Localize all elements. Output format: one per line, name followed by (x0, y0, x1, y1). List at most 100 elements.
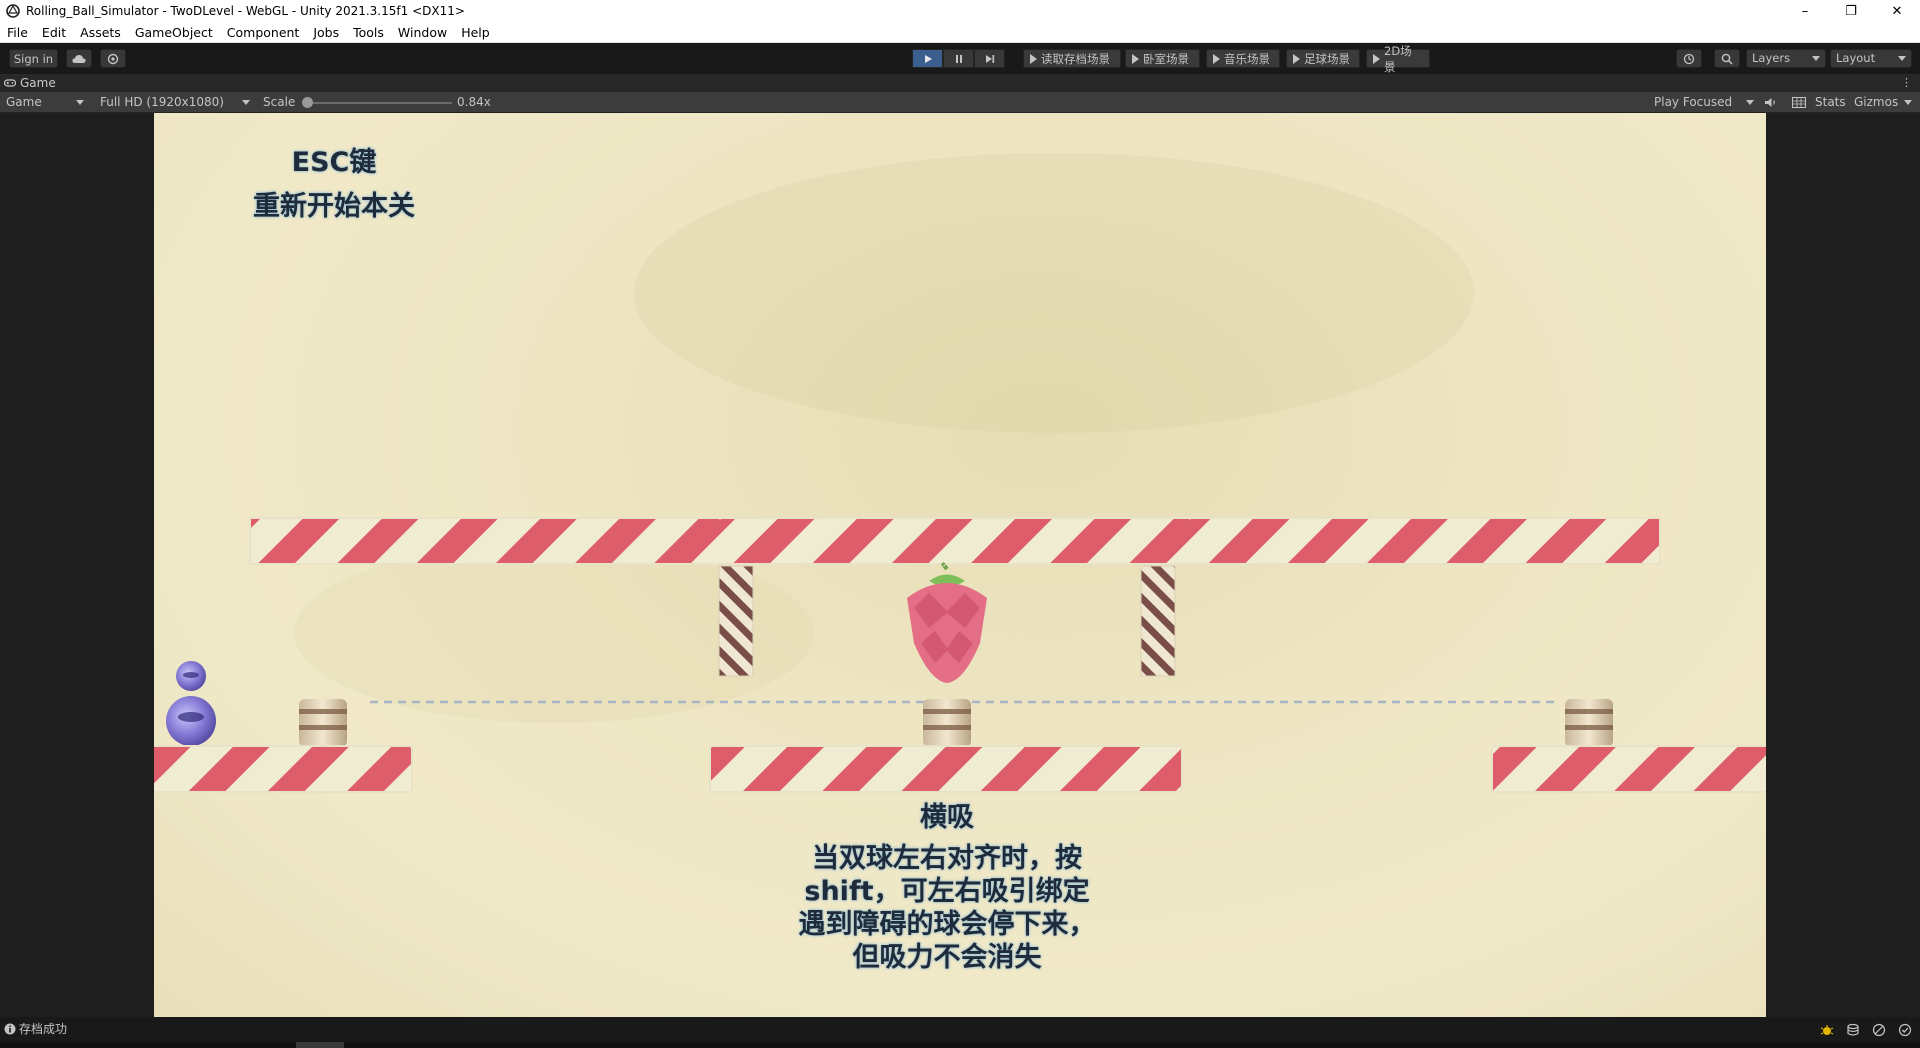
sign-in-button[interactable]: Sign in (9, 49, 58, 68)
pause-icon (955, 54, 962, 63)
tab-game-label: Game (20, 76, 56, 90)
restart-hint-subtitle: 重新开始本关 (253, 191, 415, 222)
collab-button[interactable] (100, 49, 126, 68)
scene-button-soccer[interactable]: 足球场景 (1286, 49, 1360, 68)
layout-dropdown[interactable]: Layout (1830, 49, 1912, 68)
scale-label: Scale (263, 95, 296, 109)
chevron-down-icon (1898, 56, 1906, 61)
scene-button-music[interactable]: 音乐场景 (1206, 49, 1280, 68)
info-icon (4, 1023, 16, 1035)
layout-label: Layout (1836, 51, 1876, 65)
barrel (1565, 699, 1613, 747)
scale-slider-track[interactable] (307, 102, 452, 104)
pause-button[interactable] (943, 49, 974, 68)
game-view[interactable]: ESC键 重新开始本关 横吸 当双球左右对齐时，按 shift，可左右吸引绑定 … (154, 113, 1766, 1017)
restart-hint: ESC键 重新开始本关 (204, 141, 464, 229)
mechanic-line: 当双球左右对齐时，按 (812, 843, 1082, 874)
layers-label: Layers (1752, 51, 1791, 65)
support-pole-right (1140, 565, 1176, 677)
grid-icon[interactable] (1792, 97, 1806, 108)
cloud-button[interactable] (66, 49, 92, 68)
menu-component[interactable]: Component (220, 22, 307, 43)
step-icon (985, 54, 994, 63)
menu-help[interactable]: Help (454, 22, 497, 43)
unity-icon (6, 4, 20, 18)
scene-button-label: 2D场景 (1384, 43, 1412, 74)
history-button[interactable] (1676, 49, 1702, 68)
stats-button[interactable]: Stats (1815, 92, 1846, 113)
status-message: 存档成功 (19, 1022, 68, 1036)
barrel (299, 699, 347, 747)
menu-jobs[interactable]: Jobs (306, 22, 346, 43)
play-mode-dropdown[interactable]: Play Focused (1650, 94, 1758, 111)
scene-button-label: 读取存档场景 (1041, 51, 1110, 66)
play-button[interactable] (912, 49, 943, 68)
scene-button-load-save[interactable]: 读取存档场景 (1023, 49, 1121, 68)
no-cache-icon[interactable] (1872, 1023, 1886, 1037)
restore-button[interactable]: ❐ (1828, 0, 1874, 22)
step-button[interactable] (974, 49, 1005, 68)
main-toolbar: Sign in 读取存档场景 卧室场景 音乐场景 足球场景 2D场景 Layer… (0, 43, 1920, 74)
scene-button-2d[interactable]: 2D场景 (1366, 44, 1430, 74)
play-controls (912, 49, 1005, 68)
menu-edit[interactable]: Edit (35, 22, 73, 43)
chevron-down-icon (242, 100, 250, 105)
status-bar: 存档成功 (0, 1017, 1920, 1042)
bug-icon[interactable] (1820, 1023, 1834, 1037)
minimize-button[interactable]: – (1782, 0, 1828, 22)
scrollbar-thumb[interactable] (296, 1042, 344, 1048)
history-icon (1683, 53, 1695, 64)
close-button[interactable]: ✕ (1874, 0, 1920, 22)
lower-platform-right (1491, 745, 1766, 793)
chevron-down-icon (76, 100, 84, 105)
window-title: Rolling_Ball_Simulator - TwoDLevel - Web… (26, 4, 465, 18)
lower-platform-middle (709, 745, 1183, 793)
display-label: Game (6, 95, 42, 109)
background-stain (634, 153, 1474, 433)
barrel (923, 699, 971, 747)
settings-icon (107, 53, 119, 64)
player-ball-large (166, 696, 216, 746)
restart-hint-title: ESC键 (291, 147, 377, 178)
search-button[interactable] (1714, 49, 1740, 68)
menu-window[interactable]: Window (391, 22, 454, 43)
play-icon (1213, 53, 1220, 64)
chevron-down-icon (1904, 100, 1912, 105)
scale-slider-handle[interactable] (302, 97, 313, 108)
mechanic-title: 横吸 (920, 802, 974, 833)
scene-button-bedroom[interactable]: 卧室场景 (1125, 49, 1200, 68)
resolution-dropdown[interactable]: Full HD (1920x1080) (96, 94, 254, 111)
more-options-icon[interactable]: ⋮ (1901, 76, 1912, 89)
layers-dropdown[interactable]: Layers (1746, 49, 1826, 68)
upper-platform (249, 517, 1661, 565)
resolution-label: Full HD (1920x1080) (100, 95, 224, 109)
mechanic-line: 但吸力不会消失 (852, 942, 1042, 973)
gamepad-icon (4, 79, 16, 87)
menu-assets[interactable]: Assets (73, 22, 128, 43)
scale-value: 0.84x (457, 95, 491, 109)
search-icon (1721, 53, 1733, 65)
mechanic-hint: 横吸 当双球左右对齐时，按 shift，可左右吸引绑定 遇到障碍的球会停下来， … (747, 801, 1147, 974)
title-bar: Rolling_Ball_Simulator - TwoDLevel - Web… (0, 0, 1920, 22)
play-icon (1293, 53, 1300, 64)
menu-bar: File Edit Assets GameObject Component Jo… (0, 22, 1920, 43)
check-circle-icon[interactable] (1898, 1023, 1912, 1037)
play-icon (1132, 53, 1139, 64)
mechanic-line: 遇到障碍的球会停下来， (798, 909, 1096, 940)
mechanic-line: shift，可左右吸引绑定 (804, 876, 1090, 907)
horizontal-scrollbar[interactable] (0, 1042, 1920, 1048)
tab-strip: Game ⋮ (0, 74, 1920, 92)
play-icon (1373, 53, 1380, 64)
tab-game[interactable]: Game (4, 74, 56, 92)
play-icon (1030, 53, 1037, 64)
display-dropdown[interactable]: Game (2, 94, 88, 111)
play-mode-label: Play Focused (1654, 95, 1733, 109)
menu-tools[interactable]: Tools (346, 22, 391, 43)
game-view-controls: Game Full HD (1920x1080) Scale 0.84x Pla… (0, 92, 1920, 113)
gizmos-dropdown[interactable]: Gizmos (1850, 94, 1916, 111)
menu-file[interactable]: File (0, 22, 35, 43)
database-icon[interactable] (1846, 1023, 1860, 1037)
menu-gameobject[interactable]: GameObject (128, 22, 220, 43)
audio-icon[interactable] (1764, 97, 1778, 108)
chevron-down-icon (1812, 56, 1820, 61)
